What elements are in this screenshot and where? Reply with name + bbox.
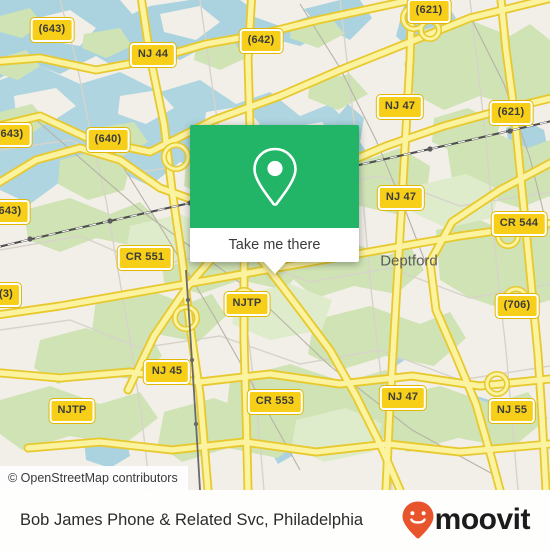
road-shield: NJ 47 — [379, 386, 427, 410]
road-shield: CR 553 — [247, 390, 303, 414]
road-shield: NJTP — [49, 399, 95, 423]
road-shield: (643) — [0, 123, 32, 147]
map-canvas[interactable]: (643) (642) (621) NJ 44 NJ 47 (621) (643… — [0, 0, 550, 490]
attribution-text: © OpenStreetMap contributors — [8, 471, 178, 485]
popup-pointer — [263, 262, 286, 274]
moovit-smiley-pin-icon — [402, 501, 434, 539]
map-screenshot: (643) (642) (621) NJ 44 NJ 47 (621) (643… — [0, 0, 550, 550]
popup-pin-area — [190, 125, 359, 228]
road-shield: (642) — [239, 29, 283, 53]
road-shield: (643) — [30, 18, 74, 42]
road-shield: (621) — [489, 101, 533, 125]
road-shield: CR 544 — [491, 212, 547, 236]
location-pin-icon — [252, 147, 297, 206]
road-shield: (3) — [0, 283, 22, 307]
location-popup-card[interactable]: Take me there — [190, 125, 359, 274]
road-shield: NJ 47 — [376, 95, 424, 119]
take-me-there-button[interactable]: Take me there — [190, 228, 359, 262]
take-me-there-label: Take me there — [228, 237, 321, 253]
place-label-deptford: Deptford — [380, 252, 438, 270]
road-shield: NJTP — [224, 292, 270, 316]
road-shield: (621) — [407, 0, 451, 23]
road-shield: NJ 44 — [129, 43, 177, 67]
road-shield: (640) — [86, 128, 130, 152]
road-shield: NJ 45 — [143, 360, 191, 384]
road-shield: NJ 55 — [488, 399, 536, 423]
road-shield: (643) — [0, 200, 30, 224]
bottom-info-bar: Bob James Phone & Related Svc, Philadelp… — [0, 490, 550, 550]
place-title: Bob James Phone & Related Svc, Philadelp… — [20, 510, 364, 529]
moovit-logo[interactable]: moovit — [401, 500, 531, 540]
road-shield: NJ 47 — [377, 186, 425, 210]
road-shield: (706) — [495, 294, 539, 318]
moovit-wordmark: moovit — [434, 503, 531, 536]
road-shield: CR 551 — [117, 246, 173, 270]
map-attribution[interactable]: © OpenStreetMap contributors — [0, 466, 188, 490]
